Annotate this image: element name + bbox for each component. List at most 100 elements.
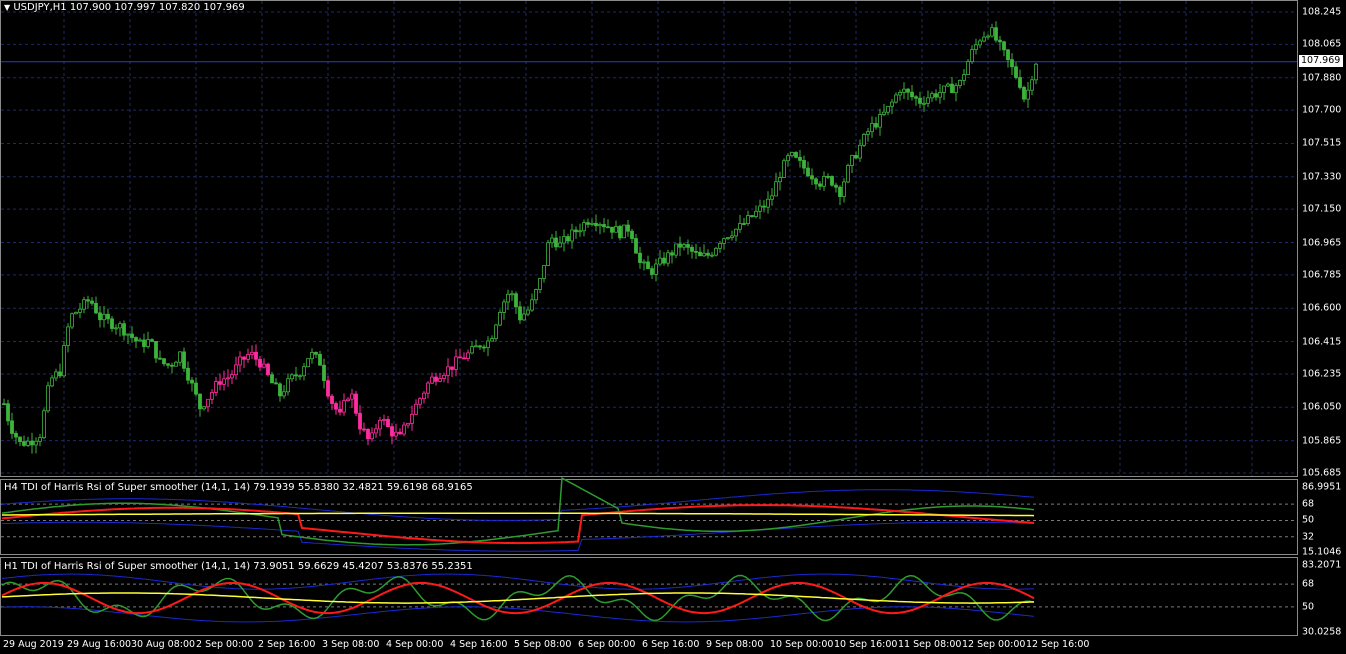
- time-axis-label: 6 Sep 16:00: [642, 639, 700, 650]
- time-axis-label: 4 Sep 00:00: [386, 639, 444, 650]
- chart-canvas[interactable]: [0, 0, 1346, 654]
- candle-body: [538, 278, 542, 290]
- price-axis-label: 108.065: [1302, 38, 1342, 50]
- candle-body: [1006, 49, 1010, 61]
- candle-body: [146, 339, 150, 347]
- candle-body: [842, 181, 846, 197]
- candle-body: [638, 252, 642, 263]
- indicator-axis-label: 15.1046: [1302, 546, 1342, 558]
- candle-body: [970, 49, 974, 63]
- candle-body: [214, 381, 218, 393]
- candle-body: [58, 371, 62, 377]
- candle-body: [238, 356, 242, 366]
- candle-body: [830, 176, 834, 186]
- candle-body: [550, 237, 554, 244]
- candle-body: [198, 393, 202, 410]
- candle-body: [62, 345, 66, 377]
- candle-body: [250, 351, 254, 355]
- candle-body: [106, 313, 110, 320]
- candle-body: [2, 403, 6, 406]
- candle-body: [562, 236, 566, 244]
- candle-body: [622, 224, 626, 239]
- candle-body: [266, 363, 270, 376]
- candle-body: [270, 374, 274, 384]
- candle-body: [274, 382, 278, 385]
- candle-body: [938, 92, 942, 98]
- candle-body: [402, 424, 406, 435]
- candle-body: [914, 96, 918, 99]
- candle-body: [462, 357, 466, 360]
- candle-body: [370, 432, 374, 440]
- candle-body: [38, 437, 42, 442]
- upper-band-line: [1, 573, 1035, 590]
- price-axis-label: 106.415: [1302, 336, 1342, 348]
- candle-body: [906, 88, 910, 93]
- price-axis-label: 107.515: [1302, 137, 1342, 149]
- candle-body: [262, 363, 266, 368]
- candle-body: [310, 352, 314, 360]
- candle-body: [210, 392, 214, 400]
- candle-body: [446, 366, 450, 376]
- price-axis-label: 106.600: [1302, 302, 1342, 314]
- candle-body: [818, 183, 822, 187]
- candle-body: [454, 356, 458, 370]
- candle-body: [642, 261, 646, 264]
- time-axis-label: 11 Sep 08:00: [898, 639, 962, 650]
- candle-body: [858, 144, 862, 159]
- time-axis-label: 29 Aug 2019: [3, 639, 64, 650]
- candle-body: [302, 366, 306, 377]
- candle-body: [890, 101, 894, 107]
- candle-body: [226, 377, 230, 380]
- candle-body: [722, 238, 726, 244]
- candle-body: [334, 403, 338, 410]
- indicator-axis-label: 50: [1302, 601, 1315, 613]
- candle-body: [130, 333, 134, 338]
- candle-body: [990, 27, 994, 37]
- candle-body: [934, 93, 938, 98]
- candle-body: [986, 35, 990, 38]
- lower-band-line: [1, 606, 1035, 623]
- candle-body: [698, 251, 702, 257]
- time-axis-label: 12 Sep 00:00: [962, 639, 1026, 650]
- indicator-axis-label: 86.9951: [1302, 481, 1342, 493]
- candle-body: [1010, 59, 1014, 68]
- candle-body: [338, 408, 342, 413]
- candle-body: [778, 177, 782, 183]
- candle-body: [654, 263, 658, 275]
- candle-body: [222, 378, 226, 385]
- candle-body: [350, 393, 354, 400]
- caret-down-icon[interactable]: ▼: [4, 3, 10, 12]
- candle-body: [774, 181, 778, 197]
- candle-body: [602, 224, 606, 228]
- candle-body: [306, 358, 310, 368]
- candle-body: [66, 326, 70, 346]
- candle-body: [742, 223, 746, 225]
- candle-body: [178, 351, 182, 363]
- price-axis-label: 106.050: [1302, 401, 1342, 413]
- candle-body: [782, 160, 786, 178]
- candle-body: [30, 440, 34, 446]
- candle-body: [26, 440, 30, 446]
- candle-body: [814, 178, 818, 185]
- candle-body: [366, 428, 370, 440]
- candle-body: [206, 398, 210, 408]
- candle-body: [866, 131, 870, 135]
- candle-body: [570, 229, 574, 242]
- symbol-header: ▼ USDJPY,H1 107.900 107.997 107.820 107.…: [4, 2, 245, 13]
- time-axis-label: 6 Sep 00:00: [578, 639, 636, 650]
- candle-body: [730, 235, 734, 238]
- candle-body: [510, 293, 514, 296]
- candle-body: [326, 380, 330, 397]
- candle-body: [974, 44, 978, 51]
- candle-body: [394, 431, 398, 437]
- time-axis-label: 2 Sep 16:00: [258, 639, 316, 650]
- candle-body: [734, 228, 738, 237]
- candle-body: [90, 300, 94, 304]
- candle-body: [862, 134, 866, 146]
- candle-body: [1034, 63, 1038, 81]
- time-axis-label: 5 Sep 08:00: [514, 639, 572, 650]
- candle-body: [14, 433, 18, 438]
- candle-body: [386, 419, 390, 428]
- candle-body: [70, 313, 74, 328]
- candle-body: [930, 93, 934, 99]
